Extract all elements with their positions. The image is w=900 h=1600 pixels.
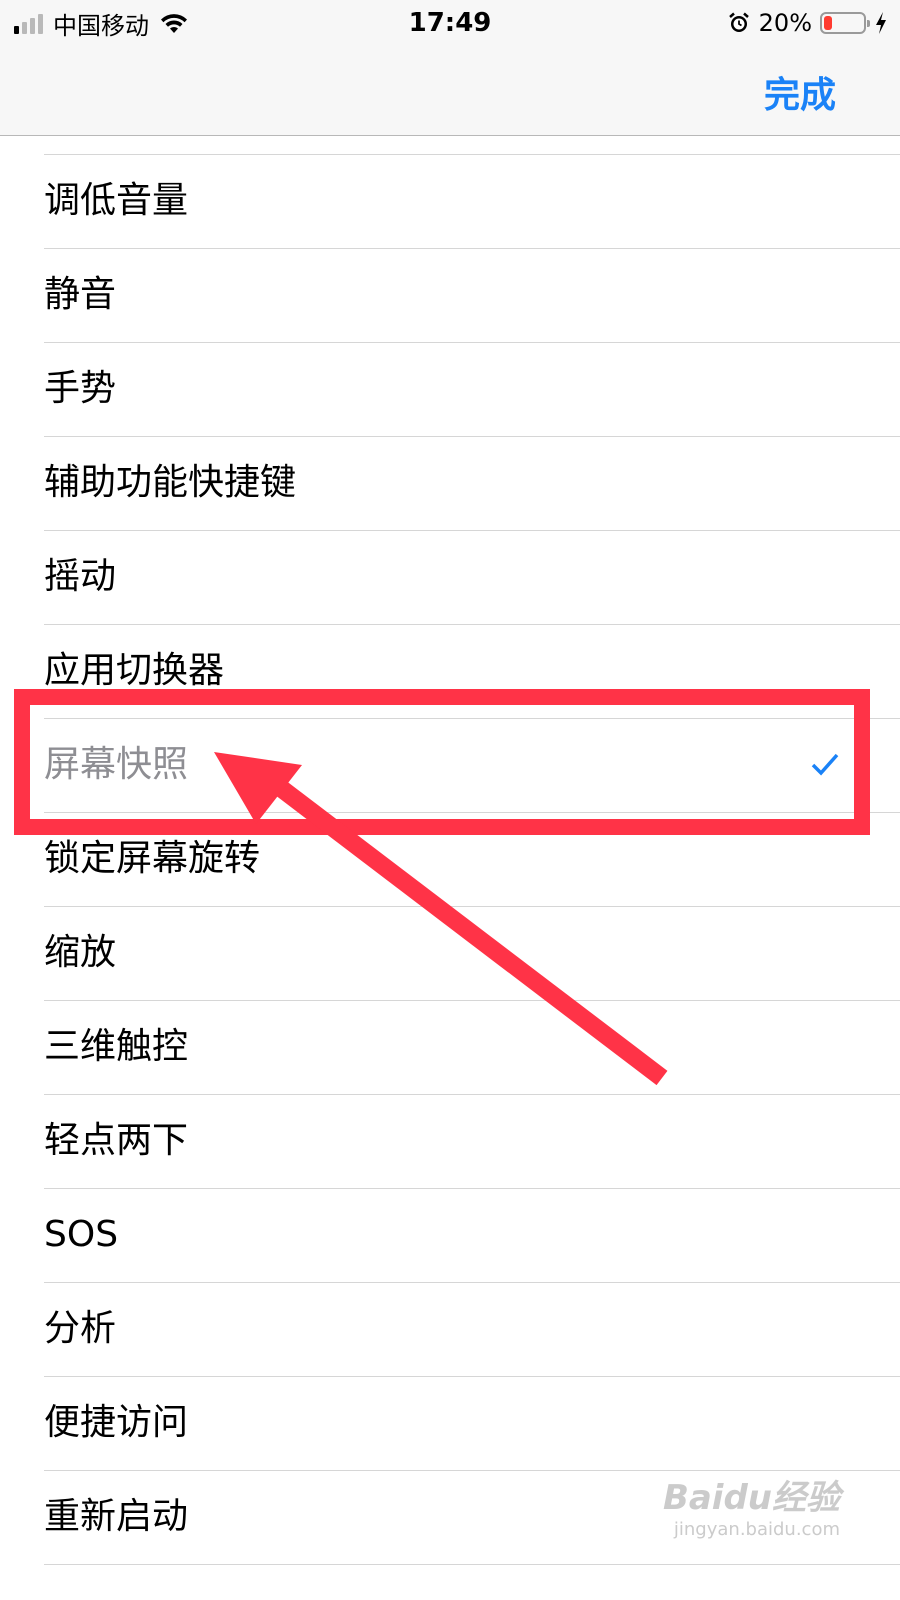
checkmark-icon [811, 753, 839, 776]
alarm-icon [728, 12, 749, 32]
list-item-label: SOS [44, 1214, 119, 1255]
status-right: 20% [727, 8, 888, 38]
list-item[interactable]: 调低音量 [0, 155, 900, 249]
list-item[interactable]: 便捷访问 [0, 1377, 900, 1471]
battery-percent: 20% [758, 9, 812, 37]
list-item-label: 便捷访问 [44, 1402, 189, 1443]
list-item[interactable]: SOS [0, 1189, 900, 1283]
baidu-watermark: Baidu经验 jingyan.baidu.com [663, 1470, 840, 1540]
list-item-label: 锁定屏幕旋转 [44, 838, 261, 879]
list-item[interactable]: 锁定屏幕旋转 [0, 813, 900, 907]
list-item-label: 屏幕快照 [44, 744, 189, 785]
list-item[interactable]: 屏幕快照 [0, 719, 900, 813]
list-divider [44, 1564, 900, 1565]
list-item[interactable]: 三维触控 [0, 1001, 900, 1095]
list-item[interactable]: 轻点两下 [0, 1095, 900, 1189]
watermark-main: Baidu经验 [662, 1478, 840, 1518]
list-item[interactable]: 应用切换器 [0, 625, 900, 719]
list-item[interactable]: 辅助功能快捷键 [0, 437, 900, 531]
list-item[interactable]: 摇动 [0, 531, 900, 625]
charging-bolt-icon [876, 12, 886, 34]
done-button[interactable]: 完成 [764, 66, 836, 118]
battery-icon [820, 12, 870, 34]
list-item-label: 摇动 [44, 556, 117, 597]
list-item-label: 重新启动 [44, 1496, 189, 1537]
battery-fill [824, 16, 832, 30]
list-item-label: 缩放 [44, 932, 117, 973]
list-item[interactable]: 分析 [0, 1283, 900, 1377]
list-item[interactable]: 手势 [0, 343, 900, 437]
list-item-label: 三维触控 [44, 1026, 189, 1067]
watermark-sub: jingyan.baidu.com [673, 1519, 840, 1540]
list-item-label: 辅助功能快捷键 [44, 462, 297, 503]
list-item[interactable]: 静音 [0, 249, 900, 343]
list-item-label: 手势 [44, 368, 117, 409]
list-item-label: 调低音量 [44, 180, 189, 221]
list-item-label: 轻点两下 [44, 1120, 189, 1161]
list-item[interactable]: 缩放 [0, 907, 900, 1001]
status-bar: 中国移动 17:49 20% [0, 0, 900, 44]
list-item-label: 分析 [44, 1308, 117, 1349]
navigation-bar: 完成 [0, 44, 900, 136]
list-item-label: 静音 [44, 274, 117, 315]
list-item-label: 应用切换器 [44, 650, 225, 691]
